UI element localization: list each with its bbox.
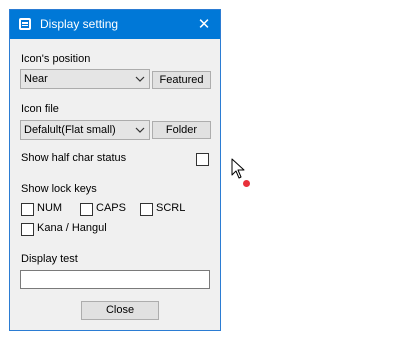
icon-position-label: Icon's position [21,53,91,65]
close-button[interactable]: Close [81,301,159,320]
featured-button[interactable]: Featured [152,71,211,89]
scrl-checkbox[interactable] [140,203,153,216]
click-marker-dot [243,180,250,187]
close-window-button[interactable]: ✕ [192,14,216,36]
window-title: Display setting [40,17,119,31]
display-setting-window: Display setting ✕ Icon's position Near F… [9,9,221,331]
half-char-status-checkbox[interactable] [196,153,209,166]
chevron-down-icon [135,127,145,133]
title-bar[interactable]: Display setting ✕ [10,10,220,39]
icon-file-select[interactable]: Defalult(Flat small) [20,120,150,140]
icon-file-value: Defalult(Flat small) [24,124,116,136]
screen: Display setting ✕ Icon's position Near F… [0,0,393,342]
half-char-status-label: Show half char status [21,152,127,164]
lock-keys-label: Show lock keys [21,183,97,195]
caps-label: CAPS [96,202,126,214]
kana-hangul-label: Kana / Hangul [37,222,107,234]
icon-file-label: Icon file [21,103,59,115]
caps-checkbox[interactable] [80,203,93,216]
icon-position-select[interactable]: Near [20,69,150,89]
folder-button[interactable]: Folder [152,121,211,139]
icon-position-value: Near [24,73,48,85]
mouse-pointer-icon [231,158,245,179]
app-icon [19,18,31,30]
display-test-label: Display test [21,253,78,265]
display-test-input[interactable] [20,270,210,289]
chevron-down-icon [135,76,145,82]
kana-hangul-checkbox[interactable] [21,223,34,236]
num-checkbox[interactable] [21,203,34,216]
num-label: NUM [37,202,63,214]
scrl-label: SCRL [156,202,186,214]
